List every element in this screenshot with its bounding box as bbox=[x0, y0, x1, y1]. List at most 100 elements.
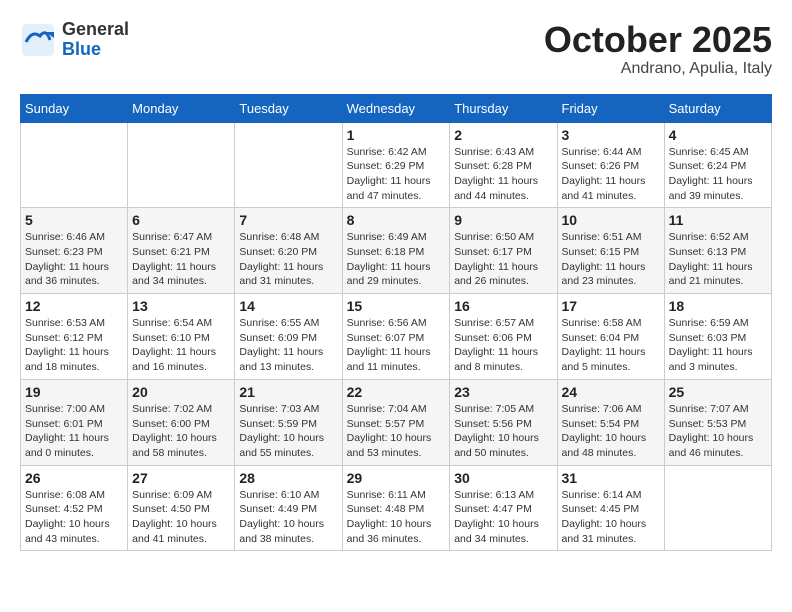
day-info: Sunrise: 6:48 AM Sunset: 6:20 PM Dayligh… bbox=[239, 230, 337, 289]
day-info: Sunrise: 6:49 AM Sunset: 6:18 PM Dayligh… bbox=[347, 230, 446, 289]
day-number: 7 bbox=[239, 212, 337, 228]
calendar-cell: 31Sunrise: 6:14 AM Sunset: 4:45 PM Dayli… bbox=[557, 465, 664, 551]
day-info: Sunrise: 6:55 AM Sunset: 6:09 PM Dayligh… bbox=[239, 316, 337, 375]
calendar-cell bbox=[235, 122, 342, 208]
weekday-header-sunday: Sunday bbox=[21, 94, 128, 122]
calendar-cell: 26 Sunrise: 6:08 AM Sunset: 4:52 PM Dayli… bbox=[21, 465, 128, 551]
calendar-cell: 23Sunrise: 7:05 AM Sunset: 5:56 PM Dayli… bbox=[450, 379, 557, 465]
weekday-header-friday: Friday bbox=[557, 94, 664, 122]
day-number: 14 bbox=[239, 298, 337, 314]
day-info: Sunrise: 6:45 AM Sunset: 6:24 PM Dayligh… bbox=[669, 145, 767, 204]
calendar-cell: 24 Sunrise: 7:06 AM Sunset: 5:54 PM Dayli… bbox=[557, 379, 664, 465]
calendar-week-row: 1 Sunrise: 6:42 AM Sunset: 6:29 PM Daylig… bbox=[21, 122, 772, 208]
day-number: 28 bbox=[239, 470, 337, 486]
day-info: Sunrise: 6:52 AM Sunset: 6:13 PM Dayligh… bbox=[669, 230, 767, 289]
day-number: 12 bbox=[25, 298, 123, 314]
day-info: Sunrise: 6:56 AM Sunset: 6:07 PM Dayligh… bbox=[347, 316, 446, 375]
calendar-week-row: 26 Sunrise: 6:08 AM Sunset: 4:52 PM Dayli… bbox=[21, 465, 772, 551]
calendar-cell: 1 Sunrise: 6:42 AM Sunset: 6:29 PM Daylig… bbox=[342, 122, 450, 208]
calendar-cell: 18Sunrise: 6:59 AM Sunset: 6:03 PM Dayli… bbox=[664, 294, 771, 380]
location-subtitle: Andrano, Apulia, Italy bbox=[544, 60, 772, 78]
calendar-cell: 13Sunrise: 6:54 AM Sunset: 6:10 PM Dayli… bbox=[128, 294, 235, 380]
day-number: 16 bbox=[454, 298, 552, 314]
calendar-cell: 14 Sunrise: 6:55 AM Sunset: 6:09 PM Dayli… bbox=[235, 294, 342, 380]
day-number: 22 bbox=[347, 384, 446, 400]
calendar-cell: 7 Sunrise: 6:48 AM Sunset: 6:20 PM Daylig… bbox=[235, 208, 342, 294]
calendar-cell: 10 Sunrise: 6:51 AM Sunset: 6:15 PM Dayli… bbox=[557, 208, 664, 294]
weekday-header-thursday: Thursday bbox=[450, 94, 557, 122]
calendar-week-row: 5Sunrise: 6:46 AM Sunset: 6:23 PM Daylig… bbox=[21, 208, 772, 294]
day-info: Sunrise: 6:46 AM Sunset: 6:23 PM Dayligh… bbox=[25, 230, 123, 289]
calendar-table: SundayMondayTuesdayWednesdayThursdayFrid… bbox=[20, 94, 772, 552]
weekday-header-tuesday: Tuesday bbox=[235, 94, 342, 122]
calendar-cell: 5Sunrise: 6:46 AM Sunset: 6:23 PM Daylig… bbox=[21, 208, 128, 294]
day-info: Sunrise: 6:53 AM Sunset: 6:12 PM Dayligh… bbox=[25, 316, 123, 375]
day-info: Sunrise: 6:47 AM Sunset: 6:21 PM Dayligh… bbox=[132, 230, 230, 289]
day-info: Sunrise: 6:11 AM Sunset: 4:48 PM Dayligh… bbox=[347, 488, 446, 547]
calendar-cell: 8 Sunrise: 6:49 AM Sunset: 6:18 PM Daylig… bbox=[342, 208, 450, 294]
calendar-cell: 29Sunrise: 6:11 AM Sunset: 4:48 PM Dayli… bbox=[342, 465, 450, 551]
day-info: Sunrise: 7:03 AM Sunset: 5:59 PM Dayligh… bbox=[239, 402, 337, 461]
calendar-cell: 3Sunrise: 6:44 AM Sunset: 6:26 PM Daylig… bbox=[557, 122, 664, 208]
day-number: 19 bbox=[25, 384, 123, 400]
calendar-cell: 15 Sunrise: 6:56 AM Sunset: 6:07 PM Dayli… bbox=[342, 294, 450, 380]
logo-general: General bbox=[62, 20, 129, 40]
day-info: Sunrise: 7:02 AM Sunset: 6:00 PM Dayligh… bbox=[132, 402, 230, 461]
calendar-cell bbox=[21, 122, 128, 208]
logo-text: General Blue bbox=[62, 20, 129, 60]
calendar-cell: 19 Sunrise: 7:00 AM Sunset: 6:01 PM Dayli… bbox=[21, 379, 128, 465]
day-info: Sunrise: 6:14 AM Sunset: 4:45 PM Dayligh… bbox=[562, 488, 660, 547]
calendar-cell: 21Sunrise: 7:03 AM Sunset: 5:59 PM Dayli… bbox=[235, 379, 342, 465]
page-header: General Blue October 2025 Andrano, Apuli… bbox=[20, 20, 772, 78]
day-number: 3 bbox=[562, 127, 660, 143]
calendar-cell: 17 Sunrise: 6:58 AM Sunset: 6:04 PM Dayli… bbox=[557, 294, 664, 380]
calendar-cell: 22 Sunrise: 7:04 AM Sunset: 5:57 PM Dayli… bbox=[342, 379, 450, 465]
day-info: Sunrise: 7:00 AM Sunset: 6:01 PM Dayligh… bbox=[25, 402, 123, 461]
day-number: 18 bbox=[669, 298, 767, 314]
calendar-cell: 4Sunrise: 6:45 AM Sunset: 6:24 PM Daylig… bbox=[664, 122, 771, 208]
day-info: Sunrise: 7:06 AM Sunset: 5:54 PM Dayligh… bbox=[562, 402, 660, 461]
day-number: 24 bbox=[562, 384, 660, 400]
calendar-cell bbox=[664, 465, 771, 551]
day-number: 26 bbox=[25, 470, 123, 486]
calendar-week-row: 12 Sunrise: 6:53 AM Sunset: 6:12 PM Dayli… bbox=[21, 294, 772, 380]
day-info: Sunrise: 6:13 AM Sunset: 4:47 PM Dayligh… bbox=[454, 488, 552, 547]
day-number: 10 bbox=[562, 212, 660, 228]
day-number: 25 bbox=[669, 384, 767, 400]
calendar-cell: 16 Sunrise: 6:57 AM Sunset: 6:06 PM Dayli… bbox=[450, 294, 557, 380]
day-number: 17 bbox=[562, 298, 660, 314]
day-number: 6 bbox=[132, 212, 230, 228]
day-number: 11 bbox=[669, 212, 767, 228]
calendar-week-row: 19 Sunrise: 7:00 AM Sunset: 6:01 PM Dayli… bbox=[21, 379, 772, 465]
day-info: Sunrise: 6:08 AM Sunset: 4:52 PM Dayligh… bbox=[25, 488, 123, 547]
day-number: 15 bbox=[347, 298, 446, 314]
weekday-header-wednesday: Wednesday bbox=[342, 94, 450, 122]
logo: General Blue bbox=[20, 20, 129, 60]
calendar-cell: 11 Sunrise: 6:52 AM Sunset: 6:13 PM Dayli… bbox=[664, 208, 771, 294]
title-block: October 2025 Andrano, Apulia, Italy bbox=[544, 20, 772, 78]
day-number: 27 bbox=[132, 470, 230, 486]
day-number: 2 bbox=[454, 127, 552, 143]
day-info: Sunrise: 6:43 AM Sunset: 6:28 PM Dayligh… bbox=[454, 145, 552, 204]
day-number: 8 bbox=[347, 212, 446, 228]
day-number: 13 bbox=[132, 298, 230, 314]
calendar-cell: 6 Sunrise: 6:47 AM Sunset: 6:21 PM Daylig… bbox=[128, 208, 235, 294]
day-info: Sunrise: 6:58 AM Sunset: 6:04 PM Dayligh… bbox=[562, 316, 660, 375]
day-info: Sunrise: 6:42 AM Sunset: 6:29 PM Dayligh… bbox=[347, 145, 446, 204]
day-info: Sunrise: 6:51 AM Sunset: 6:15 PM Dayligh… bbox=[562, 230, 660, 289]
calendar-cell: 2 Sunrise: 6:43 AM Sunset: 6:28 PM Daylig… bbox=[450, 122, 557, 208]
day-number: 1 bbox=[347, 127, 446, 143]
day-number: 20 bbox=[132, 384, 230, 400]
month-title: October 2025 bbox=[544, 20, 772, 60]
calendar-cell: 25 Sunrise: 7:07 AM Sunset: 5:53 PM Dayli… bbox=[664, 379, 771, 465]
calendar-cell: 20 Sunrise: 7:02 AM Sunset: 6:00 PM Dayli… bbox=[128, 379, 235, 465]
day-number: 9 bbox=[454, 212, 552, 228]
weekday-header-row: SundayMondayTuesdayWednesdayThursdayFrid… bbox=[21, 94, 772, 122]
weekday-header-monday: Monday bbox=[128, 94, 235, 122]
day-info: Sunrise: 6:57 AM Sunset: 6:06 PM Dayligh… bbox=[454, 316, 552, 375]
day-info: Sunrise: 7:04 AM Sunset: 5:57 PM Dayligh… bbox=[347, 402, 446, 461]
day-info: Sunrise: 6:50 AM Sunset: 6:17 PM Dayligh… bbox=[454, 230, 552, 289]
day-info: Sunrise: 6:09 AM Sunset: 4:50 PM Dayligh… bbox=[132, 488, 230, 547]
day-info: Sunrise: 7:07 AM Sunset: 5:53 PM Dayligh… bbox=[669, 402, 767, 461]
calendar-cell: 27 Sunrise: 6:09 AM Sunset: 4:50 PM Dayli… bbox=[128, 465, 235, 551]
